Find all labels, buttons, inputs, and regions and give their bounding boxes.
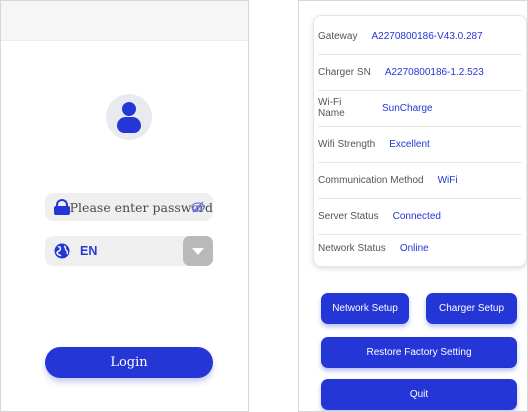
info-value: SunCharge xyxy=(382,102,433,114)
info-value: A2270800186-1.2.523 xyxy=(384,66,484,78)
info-label: Charger SN xyxy=(318,66,371,78)
info-value: Online xyxy=(399,242,429,254)
quit-button[interactable]: Quit xyxy=(321,379,517,410)
password-field[interactable]: Please enter password xyxy=(45,193,213,221)
device-info-card: Gateway A2270800186-V43.0.287 Charger SN… xyxy=(313,15,527,267)
info-value: WiFi xyxy=(437,174,458,186)
language-select[interactable]: EN xyxy=(45,236,213,266)
info-label: Wi-Fi Name xyxy=(318,97,345,119)
device-info-screen: Gateway A2270800186-V43.0.287 Charger SN… xyxy=(298,0,528,412)
lock-icon xyxy=(54,199,70,215)
info-label: Server Status xyxy=(318,210,379,222)
info-value: A2270800186-V43.0.287 xyxy=(371,30,483,42)
restore-factory-button[interactable]: Restore Factory Setting xyxy=(321,337,517,368)
login-screen: Please enter password EN Login xyxy=(0,0,249,412)
info-row-communication-method: Communication Method WiFi xyxy=(318,162,522,199)
info-label: Wifi Strength xyxy=(318,138,376,150)
login-button[interactable]: Login xyxy=(45,347,213,378)
info-row-gateway: Gateway A2270800186-V43.0.287 xyxy=(318,18,522,55)
info-row-wifi-strength: Wifi Strength Excellent xyxy=(318,126,522,163)
charger-setup-button[interactable]: Charger Setup xyxy=(426,293,517,324)
network-setup-button[interactable]: Network Setup xyxy=(321,293,409,324)
language-value: EN xyxy=(80,244,98,258)
dropdown-arrow-icon[interactable] xyxy=(183,236,213,266)
info-value: Excellent xyxy=(389,138,430,150)
globe-icon xyxy=(54,243,70,259)
status-bar xyxy=(1,1,248,41)
info-row-charger-sn: Charger SN A2270800186-1.2.523 xyxy=(318,54,522,91)
info-label: Communication Method xyxy=(318,174,424,186)
info-value: Connected xyxy=(392,210,441,222)
info-row-network-status: Network Status Online xyxy=(318,230,522,266)
info-row-wifi-name: Wi-Fi Name SunCharge xyxy=(318,90,522,127)
info-label: Gateway xyxy=(318,30,358,42)
info-label: Network Status xyxy=(318,242,386,254)
user-avatar-icon xyxy=(106,94,152,140)
eye-slash-icon[interactable] xyxy=(191,200,205,214)
